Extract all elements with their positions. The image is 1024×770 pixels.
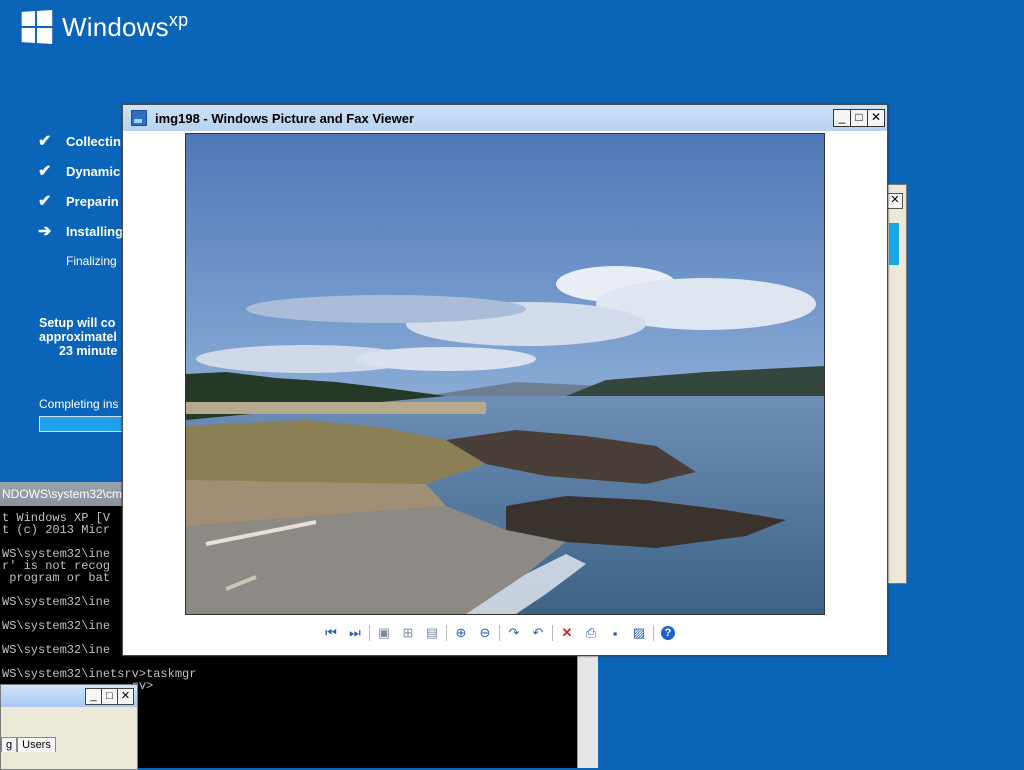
zoom-out-button[interactable]: ⊖ [473,624,497,642]
setup-step: ✔ Collectin [38,133,121,150]
setup-step: ✔ Preparin [38,193,119,210]
toolbar-separator [446,625,447,641]
task-manager-titlebar[interactable]: _ □ ✕ [1,685,137,707]
delete-button[interactable]: ✕ [555,624,579,642]
print-icon: ⎙ [585,625,597,640]
checkmark-icon: ✔ [38,193,52,210]
zoom-out-icon: ⊖ [479,625,491,640]
setup-step-current: ➔ Installing [38,223,124,240]
rotate-clockwise-icon: ↷ [508,625,520,640]
slideshow-icon: ▤ [425,625,439,640]
coastal-landscape-photo [186,134,824,614]
close-icon[interactable]: ✕ [887,193,903,209]
dialog-graphic [889,223,899,265]
slideshow-button[interactable]: ▤ [420,624,444,642]
displayed-photo[interactable] [185,133,825,615]
progress-fill [40,417,124,431]
task-manager-window[interactable]: _ □ ✕ g Users [0,684,138,770]
toolbar-separator [499,625,500,641]
tab-users[interactable]: Users [17,737,56,752]
minimize-button[interactable]: _ [85,688,102,705]
rotate-counterclockwise-icon: ↶ [532,625,544,640]
rotate-counterclockwise-button[interactable]: ↶ [526,624,550,642]
viewer-toolbar: ⏮ ⏭ ▣ ⊞ ▤ ⊕ ⊖ ↷ ↶ ✕ ⎙ ▪ ▨? [319,623,680,643]
windows-logo: Windowsxp [20,9,189,44]
close-button[interactable]: ✕ [117,688,134,705]
previous-image-button[interactable]: ⏮ [319,624,343,642]
zoom-in-button[interactable]: ⊕ [449,624,473,642]
previous-image-icon: ⏮ [325,625,337,640]
setup-step: ✔ Dynamic [38,163,121,180]
toolbar-separator [369,625,370,641]
best-fit-button[interactable]: ▣ [372,624,396,642]
setup-time-remaining: Setup will co approximatel 23 minute [39,316,118,358]
delete-icon: ✕ [561,625,573,640]
checkmark-icon: ✔ [38,163,52,180]
toolbar-separator [552,625,553,641]
edit-icon: ▨ [632,625,646,640]
maximize-button[interactable]: □ [850,109,868,127]
progress-label: Completing ins [39,397,119,411]
edit-button[interactable]: ▨ [627,624,651,642]
next-image-icon: ⏭ [349,625,361,640]
help-button[interactable]: ? [656,624,680,642]
minimize-button[interactable]: _ [833,109,851,127]
setup-substep: Finalizing [66,254,117,268]
close-button[interactable]: ✕ [867,109,885,127]
logo-text: Windowsxp [62,10,189,42]
best-fit-icon: ▣ [377,625,391,640]
arrow-right-icon: ➔ [38,223,52,240]
windows-flag-icon [21,9,53,44]
setup-steps: ✔ Collectin ✔ Dynamic ✔ Preparin ➔ Installin… [38,126,123,276]
actual-size-icon: ⊞ [402,625,414,640]
actual-size-button[interactable]: ⊞ [396,624,420,642]
tab-networking[interactable]: g [1,737,18,752]
rotate-clockwise-button[interactable]: ↷ [502,624,526,642]
print-button[interactable]: ⎙ [579,624,603,642]
next-image-button[interactable]: ⏭ [343,624,367,642]
save-icon: ▪ [612,625,618,641]
toolbar-separator [653,625,654,641]
checkmark-icon: ✔ [38,133,52,150]
zoom-in-icon: ⊕ [455,625,467,640]
help-icon: ? [661,626,675,640]
picture-viewer-window[interactable]: img198 - Windows Picture and Fax Viewer … [122,104,888,656]
save-button[interactable]: ▪ [603,624,627,642]
picture-viewer-app-icon [131,110,147,126]
viewer-titlebar[interactable]: img198 - Windows Picture and Fax Viewer … [123,105,887,131]
maximize-button[interactable]: □ [101,688,118,705]
window-title: img198 - Windows Picture and Fax Viewer [155,110,414,126]
